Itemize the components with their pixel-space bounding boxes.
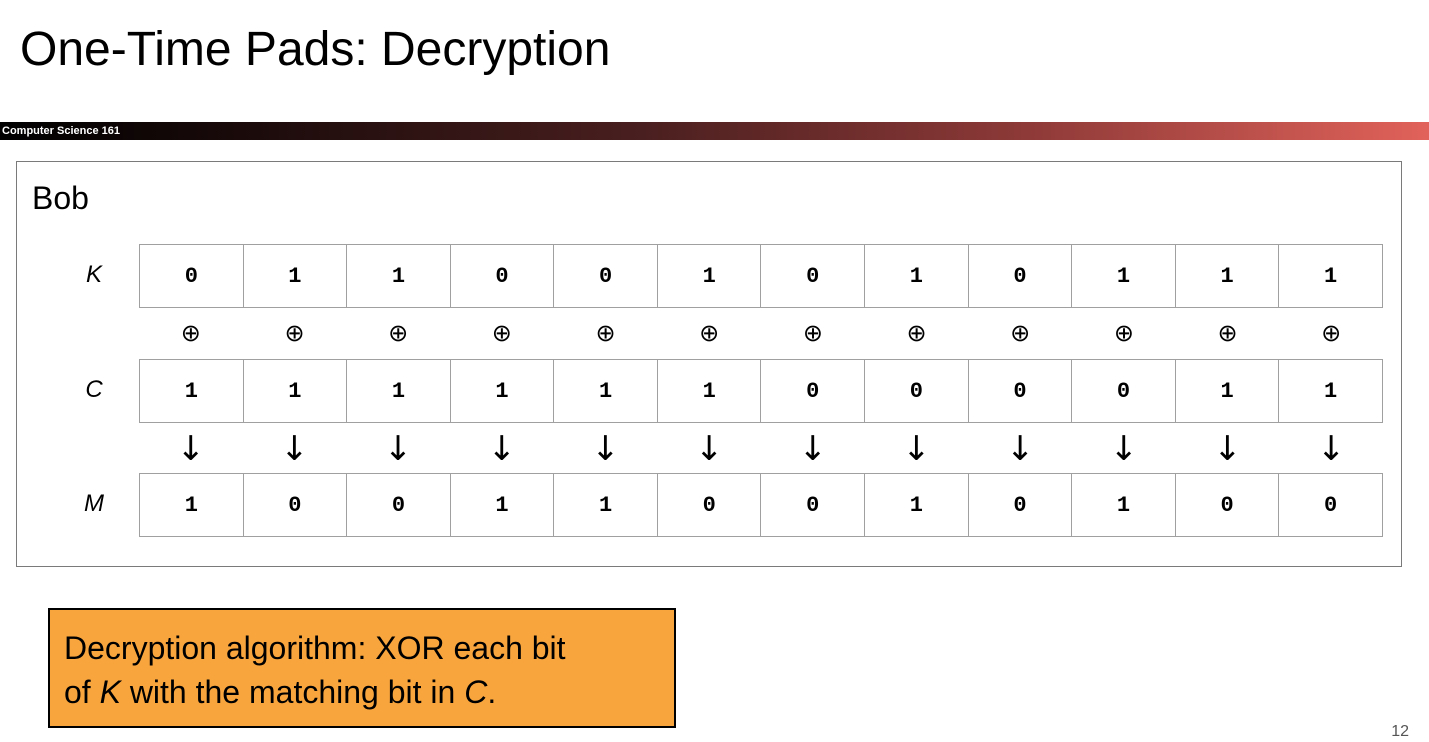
xor-icon: ⊕: [180, 319, 201, 347]
down-arrow-icon: ↓: [591, 429, 620, 469]
ciphertext-bit-cell: 0: [865, 360, 969, 423]
ciphertext-bit-cell: 1: [450, 360, 555, 423]
key-bit-cell: 1: [865, 245, 969, 308]
slide-title: One-Time Pads: Decryption: [20, 23, 611, 76]
down-arrow-icon: ↓: [1316, 429, 1346, 469]
key-bit-cell: 1: [1072, 245, 1176, 308]
callout-key-var: K: [99, 674, 121, 710]
key-row-label: K: [85, 261, 102, 288]
arrow-symbol-row: ↓ ↓ ↓ ↓ ↓ ↓ ↓ ↓ ↓ ↓ ↓ ↓: [139, 429, 1383, 469]
panel-title: Bob: [32, 180, 89, 216]
message-bit-cell: 0: [243, 474, 348, 537]
key-bit-cell: 1: [657, 245, 762, 308]
ciphertext-bit-cell: 1: [347, 360, 451, 423]
message-bit-cell: 0: [761, 474, 866, 537]
key-bit-cell: 1: [243, 245, 348, 308]
key-bit-cell: 1: [1175, 245, 1280, 308]
ciphertext-bit-cell: 1: [657, 360, 762, 423]
message-row-label: M: [84, 490, 104, 517]
message-bit-cell: 0: [657, 474, 762, 537]
ciphertext-bit-cell: 0: [761, 360, 866, 423]
message-bit-cell: 1: [554, 474, 658, 537]
message-bit-cell: 1: [865, 474, 969, 537]
key-bit-cell: 0: [450, 245, 555, 308]
message-bit-cell: 0: [1175, 474, 1280, 537]
callout-line-1: Decryption algorithm: XOR each bit: [64, 630, 566, 666]
decryption-callout: Decryption algorithm: XOR each bit of K …: [48, 608, 676, 728]
xor-icon: ⊕: [284, 319, 305, 347]
callout-text-a: of: [64, 674, 100, 710]
down-arrow-icon: ↓: [902, 429, 931, 469]
ciphertext-bit-cell: 1: [140, 360, 244, 423]
xor-icon: ⊕: [1217, 319, 1238, 347]
xor-icon: ⊕: [388, 319, 409, 347]
message-bit-cell: 1: [450, 474, 555, 537]
callout-cipher-var: C: [464, 674, 488, 710]
ciphertext-bit-cell: 0: [968, 360, 1073, 423]
message-bit-cell: 0: [1279, 474, 1383, 537]
ciphertext-bit-cell: 1: [554, 360, 658, 423]
ciphertext-bit-cell: 1: [1279, 360, 1383, 423]
down-arrow-icon: ↓: [1213, 429, 1242, 469]
key-bit-cell: 0: [968, 245, 1073, 308]
xor-icon: ⊕: [1321, 319, 1342, 347]
xor-icon: ⊕: [1113, 319, 1134, 347]
course-label: Computer Science 161: [2, 125, 120, 137]
message-bit-cell: 0: [968, 474, 1073, 537]
down-arrow-icon: ↓: [487, 429, 517, 469]
callout-line-2: of K with the matching bit in C.: [64, 670, 660, 714]
down-arrow-icon: ↓: [383, 429, 413, 469]
course-banner: Computer Science 161: [0, 122, 1429, 140]
down-arrow-icon: ↓: [280, 429, 309, 469]
page-number: 12: [1391, 723, 1409, 740]
down-arrow-icon: ↓: [1109, 429, 1139, 469]
xor-icon: ⊕: [699, 319, 720, 347]
key-bit-cell: 0: [140, 245, 244, 308]
key-bit-cell: 1: [347, 245, 451, 308]
down-arrow-icon: ↓: [176, 429, 206, 469]
message-bit-cell: 1: [140, 474, 244, 537]
message-bit-cell: 1: [1072, 474, 1176, 537]
xor-icon: ⊕: [802, 319, 823, 347]
key-bit-cell: 1: [1279, 245, 1383, 308]
xor-icon: ⊕: [1010, 319, 1031, 347]
bob-panel: Bob K 011001010111 ⊕ ⊕ ⊕ ⊕ ⊕ ⊕ ⊕ ⊕ ⊕ ⊕ ⊕ ⊕ C 111111…: [16, 161, 1402, 567]
ciphertext-bit-cell: 0: [1072, 360, 1176, 423]
key-bit-cell: 0: [761, 245, 866, 308]
message-bit-cell: 0: [347, 474, 451, 537]
xor-icon: ⊕: [491, 319, 512, 347]
key-bit-cell: 0: [554, 245, 658, 308]
message-bits-row: 100110010100: [139, 473, 1383, 537]
key-bits-row: 011001010111: [139, 244, 1383, 308]
xor-symbol-row: ⊕ ⊕ ⊕ ⊕ ⊕ ⊕ ⊕ ⊕ ⊕ ⊕ ⊕ ⊕: [139, 318, 1383, 348]
callout-text-c: .: [487, 674, 497, 710]
down-arrow-icon: ↓: [694, 429, 724, 469]
ciphertext-bit-cell: 1: [243, 360, 348, 423]
down-arrow-icon: ↓: [1005, 429, 1035, 469]
ciphertext-row-label: C: [85, 376, 103, 403]
ciphertext-bits-row: 111111000011: [139, 359, 1383, 423]
xor-icon: ⊕: [906, 319, 927, 347]
down-arrow-icon: ↓: [798, 429, 828, 469]
ciphertext-bit-cell: 1: [1175, 360, 1280, 423]
callout-text-b: with the matching bit in: [120, 674, 465, 710]
xor-icon: ⊕: [595, 319, 616, 347]
